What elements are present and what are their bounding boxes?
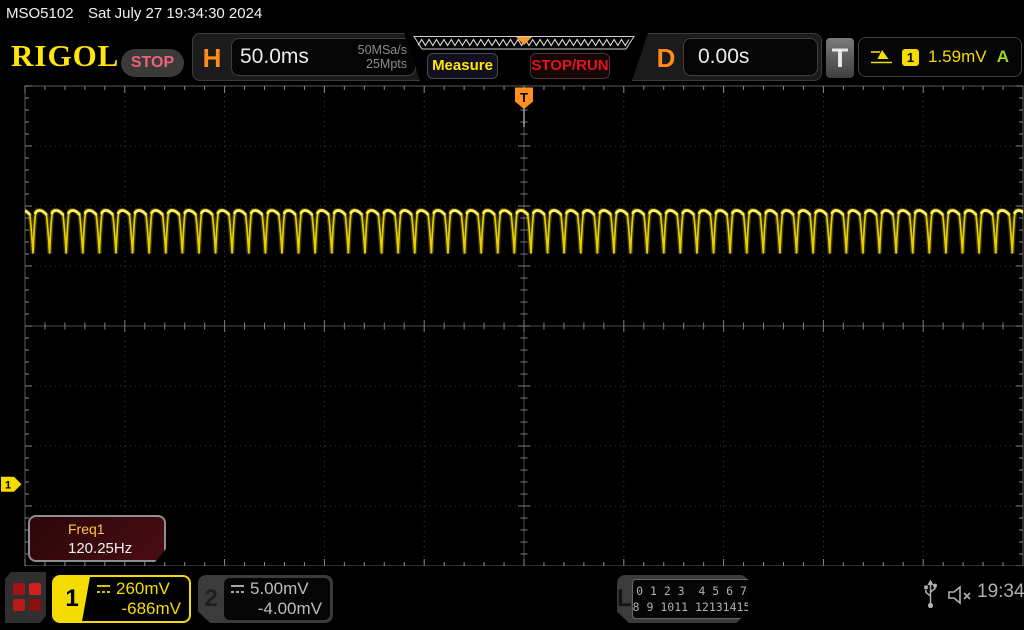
measurement-result-box[interactable]: Freq1 120.25Hz xyxy=(28,515,166,562)
logic-analyzer-badge: L xyxy=(617,575,632,623)
clock-display: 19:34 xyxy=(977,581,1024,603)
channel1-offset: -686mV xyxy=(96,599,181,619)
digital-channels-row1: 0 1 2 3 4 5 6 7 xyxy=(636,583,747,599)
dc-coupling-icon xyxy=(96,584,111,595)
trigger-sweep-mode: A xyxy=(997,47,1011,67)
header-bar: RIGOL STOP H 50.0ms 50MSa/s 25Mpts Measu… xyxy=(0,28,1024,84)
delay-label: D xyxy=(650,40,682,76)
rigol-logo: RIGOL xyxy=(11,38,119,74)
trigger-level-value: 1.59mV xyxy=(928,47,988,67)
digital-channels-row2: 8 9 1011 12131415 xyxy=(633,599,751,615)
trigger-position-marker[interactable]: T xyxy=(515,88,533,128)
measurement-value: 120.25Hz xyxy=(68,540,164,557)
delay-value: 0.00s xyxy=(698,45,749,69)
timebase-value: 50.0ms xyxy=(240,45,309,69)
sample-rate: 50MSa/s xyxy=(358,43,407,57)
usb-device-icon xyxy=(922,579,939,611)
dc-coupling-icon xyxy=(230,584,245,595)
timebase-overview-strip[interactable] xyxy=(413,36,635,50)
grid-menu-icon xyxy=(13,583,39,611)
delay-panel[interactable]: D 0.00s xyxy=(632,33,822,81)
measure-button[interactable]: Measure xyxy=(427,53,498,79)
status-datetime: Sat July 27 19:34:30 2024 xyxy=(88,5,262,22)
measurement-name: Freq1 xyxy=(68,521,164,537)
horizontal-panel[interactable]: H 50.0ms 50MSa/s 25Mpts xyxy=(192,33,420,81)
model-name: MSO5102 xyxy=(6,5,74,22)
channel1-level-marker[interactable]: 1 xyxy=(1,477,22,492)
status-bar: MSO5102 Sat July 27 19:34:30 2024 xyxy=(0,0,1024,28)
function-menu-button[interactable] xyxy=(5,572,46,623)
svg-text:T: T xyxy=(520,90,528,105)
channel2-scale: 5.00mV xyxy=(250,579,309,599)
acquisition-state-badge[interactable]: STOP xyxy=(121,49,184,77)
channel2-offset: -4.00mV xyxy=(230,599,322,619)
svg-text:1: 1 xyxy=(5,479,11,491)
stop-run-button[interactable]: STOP/RUN xyxy=(530,53,610,79)
horizontal-label: H xyxy=(196,40,228,76)
trigger-source-badge: 1 xyxy=(902,49,919,66)
trigger-label: T xyxy=(826,38,854,78)
channel1-status-pill[interactable]: 1 260mV -686mV xyxy=(52,575,191,623)
oscilloscope-screen: MSO5102 Sat July 27 19:34:30 2024 RIGOL … xyxy=(0,0,1024,630)
channel2-status-pill[interactable]: 2 5.00mV -4.00mV xyxy=(198,575,333,623)
bottom-bar: 1 260mV -686mV 2 5.00mV xyxy=(0,566,1024,630)
channel2-badge: 2 xyxy=(198,575,224,623)
edge-slope-icon xyxy=(869,48,893,66)
channel1-badge: 1 xyxy=(54,577,90,621)
logic-analyzer-pill[interactable]: L 0 1 2 3 4 5 6 7 8 9 1011 12131415 xyxy=(617,575,748,623)
memory-depth: 25Mpts xyxy=(366,57,407,71)
speaker-muted-icon[interactable] xyxy=(946,584,974,606)
channel1-scale: 260mV xyxy=(116,579,170,599)
trigger-panel[interactable]: T 1 1.59mV A xyxy=(826,33,1022,81)
ch1-waveform xyxy=(16,210,1024,253)
